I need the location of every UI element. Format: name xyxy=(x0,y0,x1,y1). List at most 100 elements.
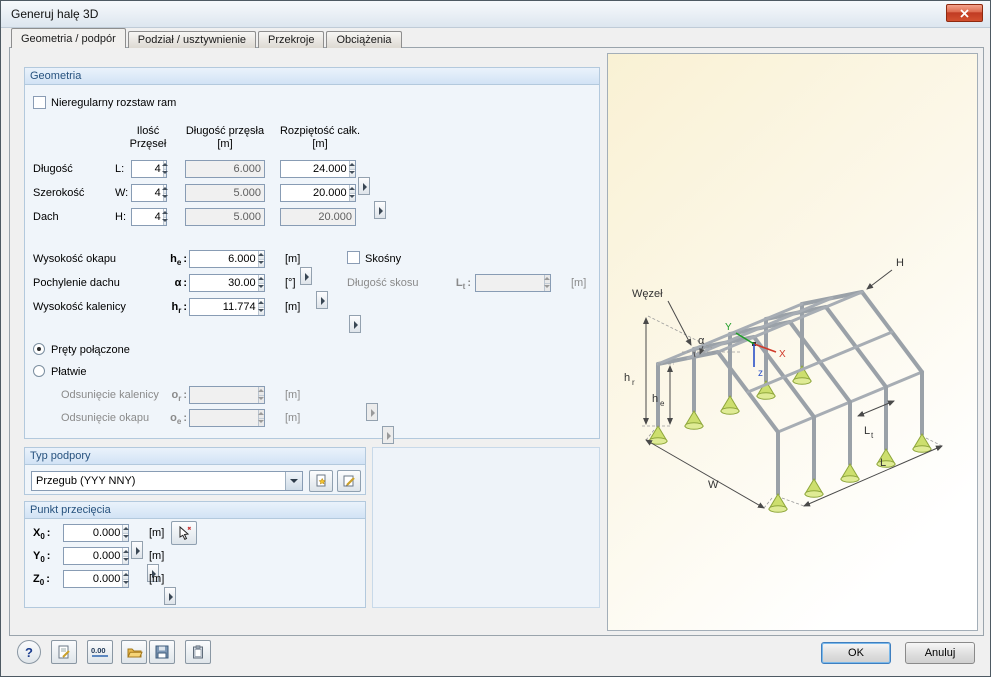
width-total-detail-button[interactable] xyxy=(374,201,387,219)
help-button[interactable]: ? xyxy=(17,640,41,664)
y0-field xyxy=(63,547,129,565)
svg-text:0.00: 0.00 xyxy=(91,646,106,655)
column-header-span-length: Długość przęsła [m] xyxy=(185,125,265,150)
new-support-button[interactable] xyxy=(309,470,333,492)
width-total-spinner[interactable] xyxy=(348,185,355,201)
haunch-length-unit: [m] xyxy=(571,277,587,289)
dialog-generuj-hale-3d: Generuj halę 3D Geometria / podpór Podzi… xyxy=(0,0,991,677)
eave-height-input[interactable] xyxy=(190,251,258,267)
roof-slope-spinner[interactable] xyxy=(257,275,264,291)
chevron-down-icon xyxy=(290,479,298,483)
open-button[interactable] xyxy=(121,640,147,664)
roof-slope-symbol: α: xyxy=(174,277,187,289)
length-total-spinner[interactable] xyxy=(348,161,355,177)
bottom-bar: ? 0.00 OK Anuluj xyxy=(9,640,984,672)
support-type-value: Przegub (YYY NNY) xyxy=(36,475,136,487)
x0-field xyxy=(63,524,129,542)
y0-spinner[interactable] xyxy=(122,548,128,564)
ridge-height-unit: [m] xyxy=(285,301,301,313)
roof-count-input[interactable] xyxy=(132,209,163,225)
width-span-field xyxy=(185,184,265,202)
group-typ-podpory: Typ podpory Przegub (YYY NNY) xyxy=(24,447,366,495)
irregular-spacing-label: Nieregularny rozstaw ram xyxy=(51,97,177,109)
width-count-input[interactable] xyxy=(132,185,163,201)
edit-support-button[interactable] xyxy=(337,470,361,492)
help-icon: ? xyxy=(25,644,33,660)
tab-przekroje[interactable]: Przekroje xyxy=(258,31,325,48)
length-count-input[interactable] xyxy=(132,161,163,177)
length-total-input[interactable] xyxy=(281,161,349,177)
l-label: L xyxy=(880,457,886,469)
length-count-spinner[interactable] xyxy=(162,161,166,177)
ridge-height-label: Wysokość kalenicy xyxy=(33,301,126,313)
roof-slope-input[interactable] xyxy=(190,275,258,291)
titlebar[interactable]: Generuj halę 3D xyxy=(1,1,990,28)
y0-input[interactable] xyxy=(64,548,123,564)
eave-height-label: Wysokość okapu xyxy=(33,253,117,265)
save-button[interactable] xyxy=(149,640,175,664)
width-total-field xyxy=(280,184,356,202)
he-sub: e xyxy=(660,399,665,408)
y0-symbol: Y0: xyxy=(33,550,51,565)
radio-platwie-label: Płatwie xyxy=(51,366,87,378)
skosny-checkbox[interactable] xyxy=(347,251,360,264)
haunch-length-symbol: Lt: xyxy=(455,277,471,292)
group-punkt-przeciecia: Punkt przecięcia X0: [m] Y0: xyxy=(24,501,366,608)
he-label: h xyxy=(652,393,658,405)
tab-podzial-usztywnienie[interactable]: Podział / usztywnienie xyxy=(127,31,257,48)
z0-detail-button[interactable] xyxy=(163,587,176,605)
width-total-input[interactable] xyxy=(281,185,349,201)
eave-offset-label: Odsunięcie okapu xyxy=(61,412,150,424)
transfer-button[interactable] xyxy=(185,640,211,664)
cancel-button[interactable]: Anuluj xyxy=(905,642,975,664)
z0-input[interactable] xyxy=(64,571,123,587)
radio-prety-polaczone[interactable] xyxy=(33,343,45,355)
preview-3d: Węzeł h r h e α Y X z H L t L W xyxy=(607,53,978,631)
length-count-field xyxy=(131,160,167,178)
support-type-combo[interactable]: Przegub (YYY NNY) xyxy=(31,471,303,491)
length-span-field xyxy=(185,160,265,178)
units-button[interactable]: 0.00 xyxy=(87,640,113,664)
h-label: H xyxy=(896,257,904,269)
irregular-spacing-checkbox[interactable] xyxy=(33,96,46,109)
group-typ-podpory-header: Typ podpory xyxy=(25,448,365,465)
roof-count-field xyxy=(131,208,167,226)
ridge-height-detail-button[interactable] xyxy=(349,315,362,333)
x0-unit: [m] xyxy=(149,527,165,539)
eave-offset-input xyxy=(190,410,258,426)
tab-geometria-podpor[interactable]: Geometria / podpór xyxy=(11,28,126,48)
radio-platwie[interactable] xyxy=(33,365,45,377)
length-total-detail-button[interactable] xyxy=(358,177,370,195)
roof-row-symbol: H: xyxy=(115,211,126,223)
eave-height-spinner[interactable] xyxy=(257,251,264,267)
x0-detail-button[interactable] xyxy=(131,541,143,559)
close-button[interactable] xyxy=(946,4,983,22)
pick-point-button[interactable] xyxy=(171,521,197,545)
x0-input[interactable] xyxy=(64,525,123,541)
hr-sub: r xyxy=(632,378,635,387)
z0-symbol: Z0: xyxy=(33,573,50,588)
roof-slope-label: Pochylenie dachu xyxy=(33,277,120,289)
column-header-total-span: Rozpiętość całk. [m] xyxy=(279,125,361,150)
roof-slope-detail-button[interactable] xyxy=(316,291,329,309)
ridge-height-spinner[interactable] xyxy=(257,299,264,315)
eave-height-detail-button[interactable] xyxy=(299,267,312,285)
haunch-length-input xyxy=(476,275,544,291)
hr-label: h xyxy=(624,372,630,384)
new-page-icon xyxy=(316,474,326,487)
x0-spinner[interactable] xyxy=(122,525,128,541)
ridge-offset-unit: [m] xyxy=(285,389,301,401)
comment-button[interactable] xyxy=(51,640,77,664)
group-punkt-przeciecia-header: Punkt przecięcia xyxy=(25,502,365,519)
axis-y-label: Y xyxy=(725,322,732,333)
combo-dropdown-button[interactable] xyxy=(285,472,302,490)
group-geometria: Geometria Nieregularny rozstaw ram Ilość… xyxy=(24,67,631,444)
ridge-height-input[interactable] xyxy=(190,299,258,315)
z0-spinner[interactable] xyxy=(122,571,128,587)
ridge-height-symbol: hr: xyxy=(171,301,187,316)
roof-count-spinner[interactable] xyxy=(162,209,166,225)
width-count-spinner[interactable] xyxy=(162,185,166,201)
ridge-offset-field xyxy=(189,386,265,404)
tab-obciazenia[interactable]: Obciążenia xyxy=(326,31,402,48)
ok-button[interactable]: OK xyxy=(821,642,891,664)
